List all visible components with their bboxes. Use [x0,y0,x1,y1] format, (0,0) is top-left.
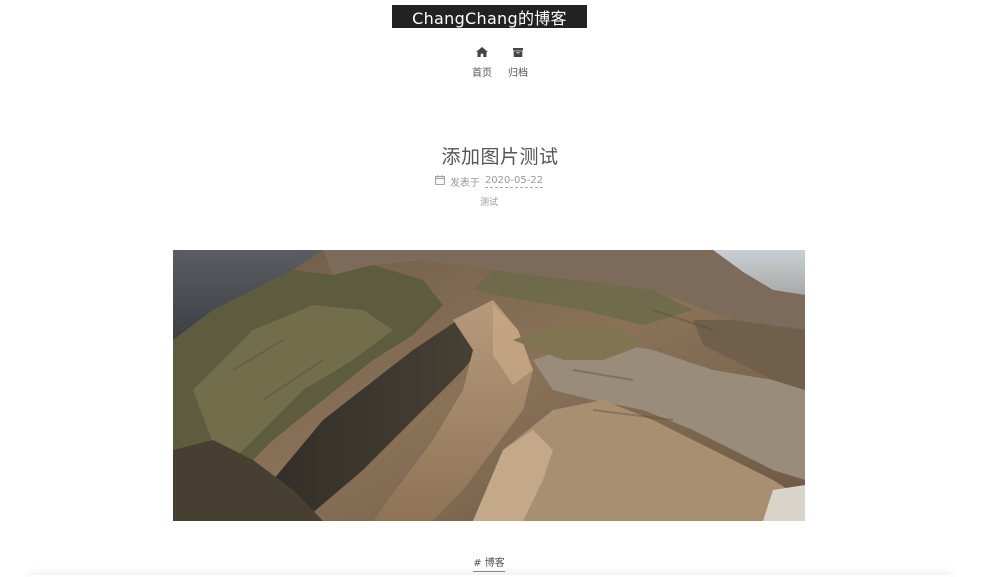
page: ChangChang的博客 首页 归档 添加图片测试 发表于 2020-05-2… [0,0,1000,577]
nav-item-archive[interactable]: 归档 [507,44,529,79]
post-meta-prefix: 发表于 [449,178,480,189]
post-title[interactable]: 添加图片测试 [0,142,1000,169]
post-meta: 发表于 2020-05-22 [0,174,978,189]
nav-label-archive: 归档 [508,68,528,79]
site-title[interactable]: ChangChang的博客 [412,5,567,29]
post-tags: # 博客 [0,554,978,572]
post-date[interactable]: 2020-05-22 [484,175,544,188]
post-category-link[interactable]: 测试 [480,198,498,208]
site-title-banner[interactable]: ChangChang的博客 [392,5,587,28]
tag-link-blog[interactable]: # 博客 [473,554,505,572]
post-image [173,250,805,521]
post-category: 测试 [0,195,978,208]
archive-icon [513,44,523,60]
nav-item-home[interactable]: 首页 [471,44,493,79]
calendar-icon [435,175,445,188]
main-nav: 首页 归档 [0,44,1000,79]
nav-label-home: 首页 [472,68,492,79]
home-icon [476,44,488,60]
